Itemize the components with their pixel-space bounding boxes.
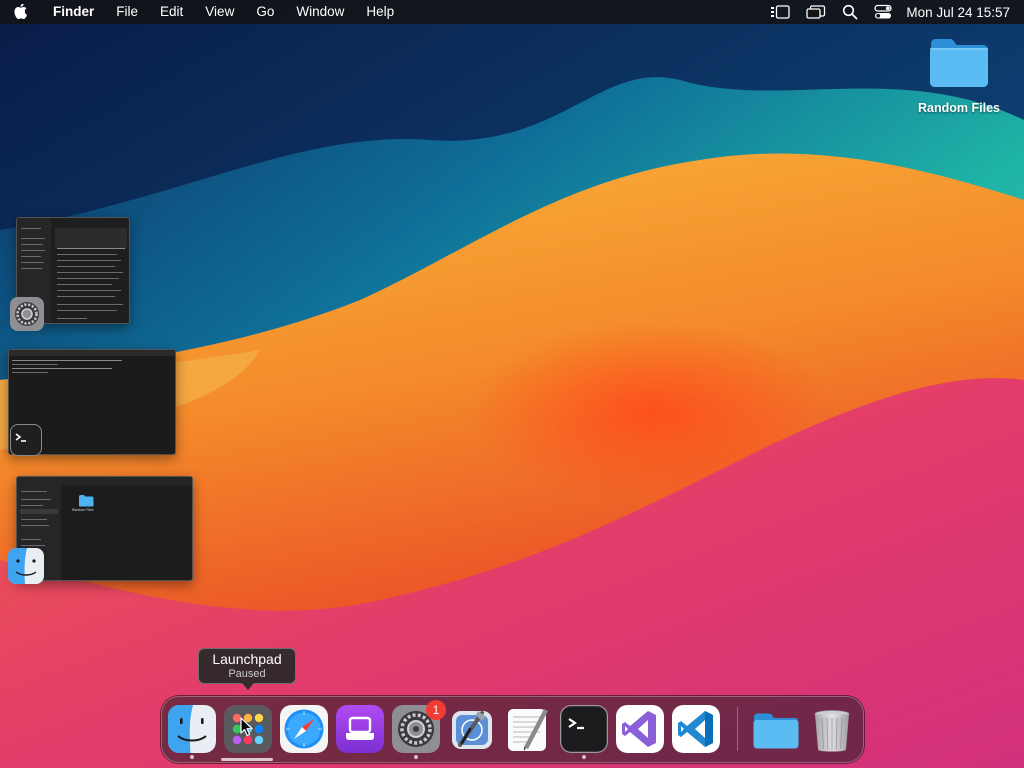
- finder-line: [21, 499, 51, 500]
- folder-icon: [752, 705, 800, 753]
- purple-app-icon: [336, 705, 384, 753]
- desktop-folder-random-files[interactable]: Random Files: [912, 36, 1006, 115]
- dock-item-textedit[interactable]: [504, 705, 552, 753]
- terminal-line: [12, 372, 48, 373]
- finder-line: [21, 539, 41, 540]
- settings-line: [57, 278, 119, 279]
- tooltip-subtitle: Paused: [228, 668, 266, 680]
- dock: 1: [161, 696, 864, 763]
- desktop-folder-label: Random Files: [918, 101, 1000, 115]
- settings-line: [57, 310, 117, 311]
- menu-window[interactable]: Window: [285, 0, 355, 24]
- visual-studio-icon: [616, 705, 664, 753]
- stage-manager-icon[interactable]: [762, 0, 798, 24]
- running-indicator: [582, 755, 586, 759]
- finder-selected-row: [20, 509, 58, 514]
- mouse-pointer-icon: [240, 717, 254, 737]
- finder-line: [21, 505, 43, 506]
- running-indicator: [414, 755, 418, 759]
- dock-item-terminal[interactable]: [560, 705, 608, 759]
- menu-view[interactable]: View: [194, 0, 245, 24]
- textedit-icon: [504, 705, 552, 753]
- notification-badge: 1: [426, 700, 446, 720]
- finder-line: [21, 525, 49, 526]
- settings-line: [57, 248, 125, 249]
- screen-mirroring-icon[interactable]: [798, 0, 834, 24]
- dock-item-system-settings[interactable]: 1: [392, 700, 446, 759]
- menu-file[interactable]: File: [105, 0, 149, 24]
- dock-item-folder[interactable]: [752, 705, 800, 753]
- stage-window-finder[interactable]: Random Files: [8, 476, 196, 586]
- menu-help[interactable]: Help: [355, 0, 405, 24]
- terminal-icon: [10, 424, 42, 456]
- settings-line: [21, 228, 41, 229]
- system-settings-icon: [10, 297, 44, 331]
- system-settings-icon: 1: [392, 700, 446, 753]
- folder-icon: [928, 36, 990, 93]
- stage-window-terminal[interactable]: [8, 349, 178, 459]
- settings-line: [21, 244, 43, 245]
- xcode-icon: [448, 705, 496, 753]
- settings-line: [21, 238, 45, 239]
- terminal-line: [12, 360, 122, 361]
- menu-bar: Finder File Edit View Go Window Help Mon…: [0, 0, 1024, 24]
- settings-line: [57, 318, 87, 319]
- menu-app-name[interactable]: Finder: [42, 0, 105, 24]
- settings-line: [57, 284, 112, 285]
- dock-item-xcode[interactable]: [448, 705, 496, 753]
- dock-item-trash[interactable]: [808, 705, 856, 753]
- settings-line: [57, 296, 115, 297]
- settings-line: [21, 268, 42, 269]
- terminal-line: [12, 364, 58, 365]
- dock-tooltip: Launchpad Paused: [198, 648, 296, 690]
- terminal-titlebar: [9, 350, 175, 356]
- settings-line: [57, 272, 123, 273]
- dock-item-safari[interactable]: [280, 705, 328, 753]
- safari-icon: [280, 705, 328, 753]
- menu-clock[interactable]: Mon Jul 24 15:57: [900, 5, 1024, 20]
- settings-line: [57, 304, 123, 305]
- control-center-icon[interactable]: [866, 0, 900, 24]
- settings-card: [55, 228, 127, 248]
- dock-item-visual-studio[interactable]: [616, 705, 664, 753]
- trash-icon: [808, 705, 856, 753]
- dock-item-vscode[interactable]: [672, 705, 720, 753]
- settings-line: [57, 290, 121, 291]
- settings-line: [21, 256, 41, 257]
- stage-window-system-settings[interactable]: [10, 217, 132, 331]
- terminal-line: [12, 368, 112, 369]
- launchpad-progress-bar: [221, 758, 273, 761]
- finder-item-label: Random Files: [72, 508, 94, 512]
- dock-separator: [737, 707, 738, 751]
- finder-line: [21, 545, 45, 546]
- finder-line: [21, 491, 47, 492]
- vscode-icon: [672, 705, 720, 753]
- tooltip-title: Launchpad: [212, 651, 282, 667]
- terminal-icon: [560, 705, 608, 753]
- dock-item-finder[interactable]: [168, 705, 216, 759]
- dock-item-purple-app[interactable]: [336, 705, 384, 753]
- settings-line: [21, 250, 45, 251]
- settings-line: [57, 260, 121, 261]
- running-indicator: [190, 755, 194, 759]
- settings-line: [57, 266, 115, 267]
- finder-icon: [8, 548, 44, 584]
- settings-line: [21, 262, 44, 263]
- search-icon[interactable]: [834, 0, 866, 24]
- menu-edit[interactable]: Edit: [149, 0, 194, 24]
- apple-icon[interactable]: [0, 4, 42, 20]
- finder-icon: [168, 705, 216, 753]
- finder-line: [21, 519, 47, 520]
- settings-line: [57, 254, 117, 255]
- finder-toolbar: [61, 477, 192, 486]
- menu-go[interactable]: Go: [245, 0, 285, 24]
